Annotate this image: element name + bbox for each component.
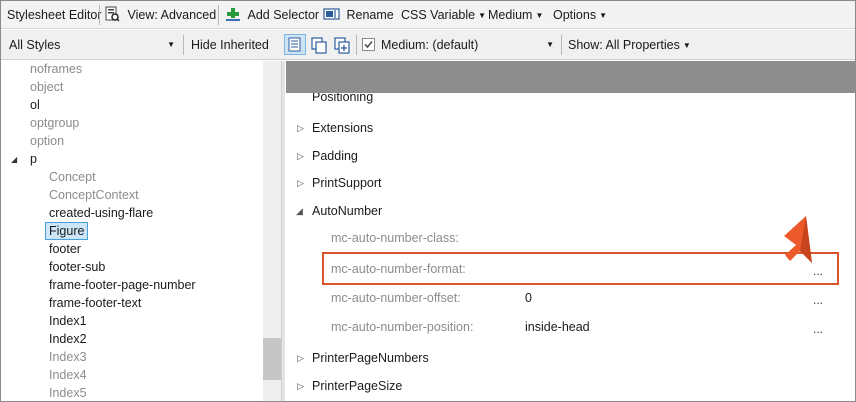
medium-dropdown[interactable]: Medium ▼ bbox=[488, 1, 543, 29]
tree-item[interactable]: frame-footer-text bbox=[49, 294, 141, 312]
view-button[interactable]: View: Advanced bbox=[105, 1, 216, 29]
medium-label: Medium bbox=[488, 8, 533, 22]
copy-icon[interactable] bbox=[309, 35, 329, 55]
tree-item[interactable]: Index4 bbox=[49, 366, 87, 384]
tree-item[interactable]: footer-sub bbox=[49, 258, 105, 276]
position-ellipsis-button[interactable]: ... bbox=[813, 322, 823, 336]
toolbar-separator bbox=[218, 5, 219, 25]
medium-checkbox[interactable] bbox=[362, 38, 375, 51]
tree-item[interactable]: object bbox=[30, 78, 63, 96]
tree-item[interactable]: created-using-flare bbox=[49, 204, 153, 222]
tree-item[interactable]: Index2 bbox=[49, 330, 87, 348]
property-value-offset[interactable]: 0 bbox=[525, 288, 532, 308]
add-selector-icon bbox=[226, 8, 240, 21]
property-group-printerpagesize[interactable]: PrinterPageSize bbox=[312, 376, 402, 396]
properties-header-band bbox=[286, 61, 855, 93]
rename-button[interactable]: Rename bbox=[323, 1, 394, 29]
options-label: Options bbox=[553, 8, 597, 22]
toolbar-separator bbox=[183, 35, 184, 55]
styles-filter-value: All Styles bbox=[9, 38, 61, 52]
collapsed-triangle-icon[interactable]: ▷ bbox=[297, 178, 304, 189]
chevron-down-icon: ▼ bbox=[599, 11, 608, 20]
collapsed-triangle-icon[interactable]: ▷ bbox=[297, 353, 304, 364]
properties-panel: Positioning ▷ Extensions ▷ Padding ▷ Pri… bbox=[286, 61, 855, 401]
expanded-triangle-icon[interactable]: ◢ bbox=[296, 206, 303, 217]
chevron-down-icon: ▼ bbox=[478, 11, 487, 20]
offset-ellipsis-button[interactable]: ... bbox=[813, 293, 823, 307]
show-properties-label: Show: All Properties bbox=[568, 38, 680, 52]
css-variable-dropdown[interactable]: CSS Variable ▼ bbox=[401, 1, 486, 29]
main-toolbar: Stylesheet Editor View: Advanced Add Sel… bbox=[1, 1, 855, 29]
tree-item[interactable]: option bbox=[30, 132, 64, 150]
stylesheet-editor-window: Stylesheet Editor View: Advanced Add Sel… bbox=[0, 0, 856, 402]
collapsed-triangle-icon[interactable]: ▷ bbox=[297, 123, 304, 134]
collapsed-triangle-icon[interactable]: ▷ bbox=[297, 381, 304, 392]
options-dropdown[interactable]: Options ▼ bbox=[553, 1, 607, 29]
tree-scrollbar-thumb[interactable] bbox=[263, 338, 281, 380]
tree-item[interactable]: Concept bbox=[49, 168, 96, 186]
selector-tree: noframes object ol optgroup option ◢ p C… bbox=[1, 61, 281, 401]
add-selector-button[interactable]: Add Selector bbox=[225, 1, 319, 29]
view-label: View: Advanced bbox=[127, 8, 217, 22]
medium-select[interactable]: Medium: (default) ▼ bbox=[381, 34, 557, 56]
tree-item[interactable]: Index1 bbox=[49, 312, 87, 330]
medium-select-value: Medium: (default) bbox=[381, 38, 479, 52]
property-name-class: mc-auto-number-class: bbox=[331, 231, 459, 245]
property-name-offset: mc-auto-number-offset: bbox=[331, 291, 461, 305]
tree-item[interactable]: ConceptContext bbox=[49, 186, 139, 204]
chevron-down-icon: ▼ bbox=[167, 40, 175, 49]
tree-item[interactable]: p bbox=[30, 150, 37, 168]
hide-inherited-button[interactable]: Hide Inherited bbox=[191, 30, 269, 60]
view-list-icon[interactable] bbox=[284, 34, 306, 55]
tree-item[interactable]: footer bbox=[49, 240, 81, 258]
tree-item[interactable]: Index3 bbox=[49, 348, 87, 366]
property-group-autonumber[interactable]: AutoNumber bbox=[312, 201, 382, 221]
property-group-padding[interactable]: Padding bbox=[312, 146, 358, 166]
collapsed-triangle-icon[interactable]: ▷ bbox=[297, 151, 304, 162]
expanded-triangle-icon[interactable]: ◢ bbox=[11, 155, 17, 164]
property-group-printerpagenumbers[interactable]: PrinterPageNumbers bbox=[312, 348, 429, 368]
property-group-extensions[interactable]: Extensions bbox=[312, 118, 373, 138]
add-copy-icon[interactable] bbox=[332, 35, 352, 55]
tree-item[interactable]: Index5 bbox=[49, 384, 87, 401]
show-properties-dropdown[interactable]: Show: All Properties ▼ bbox=[568, 30, 691, 60]
tree-item[interactable]: optgroup bbox=[30, 114, 79, 132]
view-icon bbox=[105, 6, 120, 22]
tree-item[interactable]: frame-footer-page-number bbox=[49, 276, 196, 294]
tree-item[interactable]: noframes bbox=[30, 61, 82, 78]
styles-filter-select[interactable]: All Styles ▼ bbox=[9, 34, 179, 56]
chevron-down-icon: ▼ bbox=[682, 41, 691, 50]
tree-item-selected[interactable]: Figure bbox=[45, 222, 89, 240]
pointer-arrow-icon bbox=[784, 216, 812, 263]
css-variable-label: CSS Variable bbox=[401, 8, 476, 22]
toolbar-separator bbox=[356, 35, 357, 55]
rename-label: Rename bbox=[346, 8, 394, 22]
editor-title: Stylesheet Editor bbox=[7, 8, 102, 22]
property-group-printsupport[interactable]: PrintSupport bbox=[312, 173, 381, 193]
tree-item[interactable]: ol bbox=[30, 96, 40, 114]
chevron-down-icon: ▼ bbox=[535, 11, 544, 20]
checkmark-icon bbox=[364, 40, 373, 49]
rename-icon bbox=[323, 8, 340, 20]
filter-toolbar: All Styles ▼ Hide Inherited Medium: (def… bbox=[1, 30, 855, 60]
add-selector-label: Add Selector bbox=[247, 8, 320, 22]
toolbar-separator bbox=[561, 35, 562, 55]
property-name-position: mc-auto-number-position: bbox=[331, 320, 474, 334]
chevron-down-icon: ▼ bbox=[546, 40, 554, 49]
property-value-position[interactable]: inside-head bbox=[525, 317, 590, 337]
pane-splitter[interactable] bbox=[281, 61, 285, 401]
toolbar-separator bbox=[99, 5, 100, 25]
